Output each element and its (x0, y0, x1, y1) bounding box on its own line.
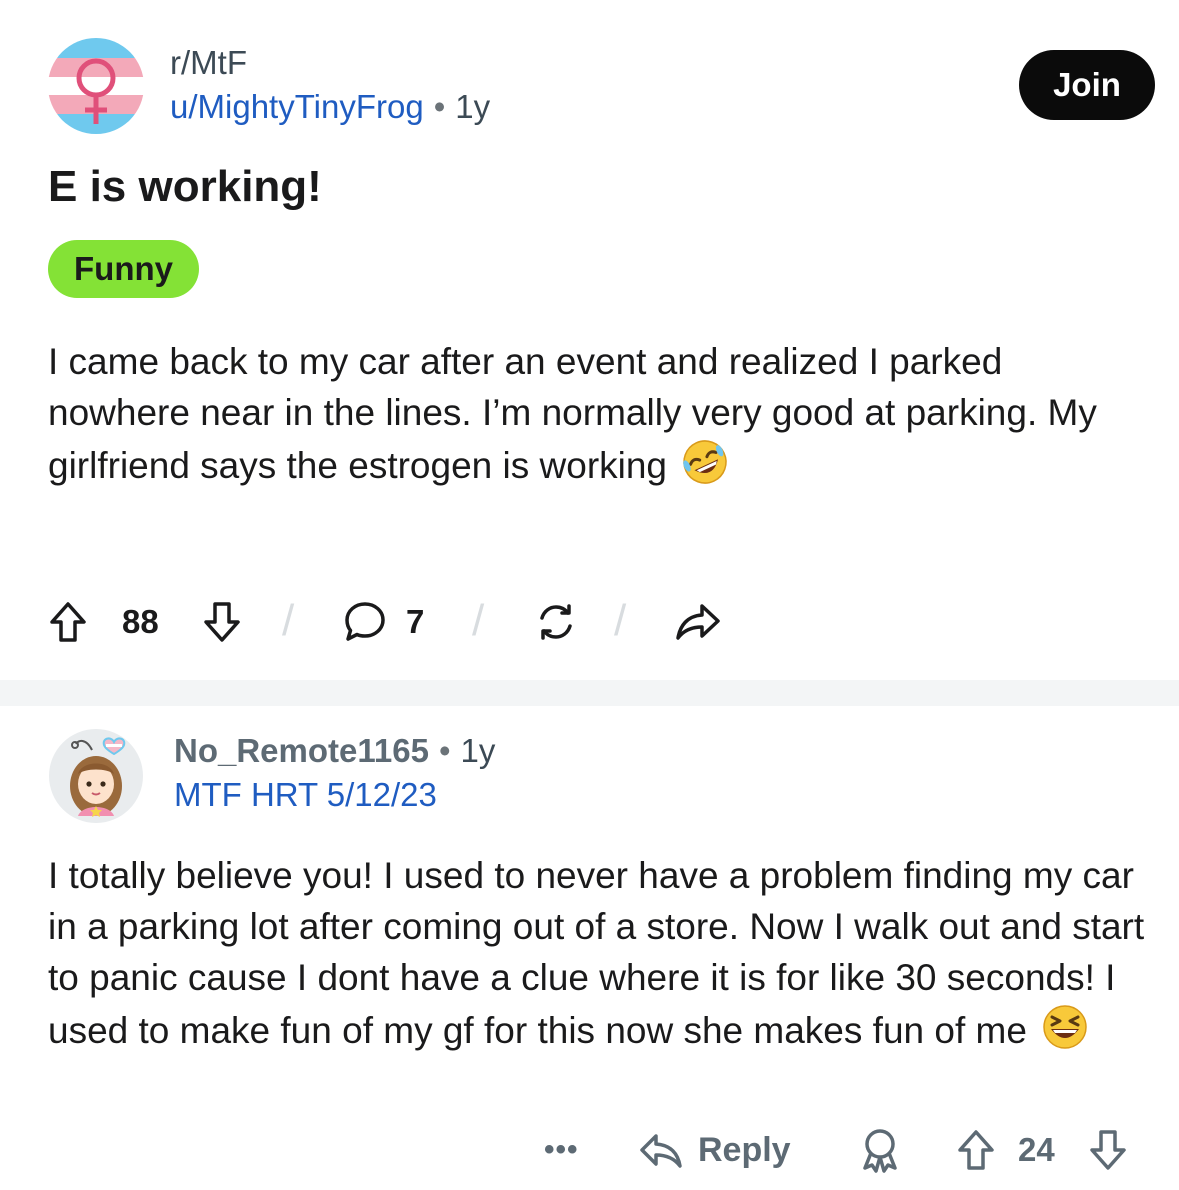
comment-upvote-button[interactable] (956, 1118, 996, 1182)
post-age: 1y (455, 88, 491, 125)
reply-arrow-icon (640, 1134, 682, 1168)
comments-button[interactable] (342, 590, 388, 654)
post-meta: u/MightyTinyFrog • 1y (170, 88, 490, 126)
reddit-thread: r/MtF u/MightyTinyFrog • 1y Join E is work… (0, 0, 1179, 1190)
crosspost-arrows-icon (540, 604, 572, 640)
post-body: I came back to my car after an event and… (48, 336, 1138, 499)
post-author[interactable]: u/MightyTinyFrog (170, 88, 424, 125)
comment-age: 1y (460, 732, 496, 769)
post-flair[interactable]: Funny (48, 240, 199, 298)
upvote-button[interactable] (48, 590, 88, 654)
crosspost-button[interactable] (534, 590, 578, 654)
comment-count: 7 (406, 603, 425, 640)
meta-separator: • (438, 732, 451, 769)
comment-bubble-icon (345, 602, 385, 641)
comment-action-bar: ••• Reply 24 (0, 1118, 1179, 1182)
post-title[interactable]: E is working! (48, 162, 322, 212)
comment-body: I totally believe you! I used to never h… (48, 850, 1158, 1064)
user-flair: MTF HRT 5/12/23 (174, 776, 437, 813)
post-body-text: I came back to my car after an event and… (48, 341, 1097, 486)
downvote-button[interactable] (202, 590, 242, 654)
upvote-arrow-icon (958, 1130, 994, 1170)
downvote-arrow-icon (204, 602, 240, 642)
downvote-arrow-icon (1090, 1130, 1126, 1170)
action-separator: / (614, 596, 627, 645)
action-separator: / (282, 596, 295, 645)
grinning-squinting-face-emoji-icon (1041, 1003, 1089, 1064)
trans-flag-icon (48, 38, 144, 134)
post-action-bar: 88 / 7 / / (48, 590, 748, 654)
award-ribbon-icon (863, 1129, 897, 1173)
avatar-icon (49, 729, 143, 823)
upvote-arrow-icon (50, 602, 86, 642)
upvote-count: 88 (122, 603, 159, 640)
comment: No_Remote1165 • 1y MTF HRT 5/12/23 I total… (0, 706, 1179, 1190)
comment-score: 24 (1018, 1131, 1055, 1168)
section-divider (0, 680, 1179, 706)
join-button[interactable]: Join (1019, 50, 1155, 120)
comment-meta: No_Remote1165 • 1y (174, 732, 495, 770)
commenter-avatar[interactable] (48, 728, 144, 824)
comment-author[interactable]: No_Remote1165 (174, 732, 429, 769)
meta-separator: • (433, 88, 446, 125)
reply-label: Reply (698, 1130, 791, 1169)
action-separator: / (472, 596, 485, 645)
share-arrow-icon (676, 604, 720, 640)
share-button[interactable] (674, 590, 722, 654)
subreddit-avatar[interactable] (48, 38, 144, 134)
more-options-button[interactable]: ••• (544, 1118, 579, 1182)
comment-body-text: I totally believe you! I used to never h… (48, 855, 1145, 1051)
reply-button[interactable]: Reply (638, 1118, 791, 1182)
post: r/MtF u/MightyTinyFrog • 1y Join E is work… (0, 0, 1179, 680)
subreddit-name[interactable]: r/MtF (170, 44, 247, 82)
comment-downvote-button[interactable] (1088, 1118, 1128, 1182)
award-button[interactable] (856, 1118, 904, 1182)
rolling-on-floor-laughing-emoji-icon (681, 438, 729, 499)
